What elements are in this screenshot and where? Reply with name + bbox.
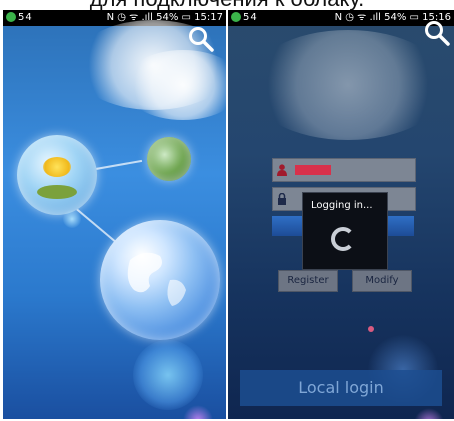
search-icon[interactable] bbox=[188, 26, 214, 52]
glow-dot bbox=[63, 210, 81, 228]
register-button[interactable]: Register bbox=[278, 270, 338, 292]
notification-icon bbox=[6, 12, 16, 22]
globe-continents bbox=[127, 252, 186, 306]
username-field[interactable] bbox=[272, 158, 416, 182]
user-icon bbox=[277, 164, 287, 176]
notification-icon bbox=[231, 12, 241, 22]
status-left-icons: 54 bbox=[6, 10, 33, 26]
cloud bbox=[123, 50, 226, 120]
glow-dot bbox=[368, 326, 374, 332]
lock-icon bbox=[278, 193, 286, 205]
local-login-button[interactable]: Local login bbox=[240, 370, 442, 406]
glow-dot bbox=[414, 408, 444, 419]
glow-dot bbox=[183, 405, 213, 419]
splash-screen: 54 N ◷ ᯤ .ıll 54% ▭ 15:17 bbox=[3, 10, 226, 419]
spinner-icon bbox=[331, 227, 355, 251]
flower bbox=[43, 157, 71, 177]
status-bar: 54 N ◷ ᯤ .ıll 54% ▭ 15:16 bbox=[228, 10, 454, 26]
plant-bubble bbox=[17, 135, 97, 215]
grass bbox=[37, 185, 77, 199]
dialog-title: Logging in... bbox=[311, 200, 373, 211]
status-bar: 54 N ◷ ᯤ .ıll 54% ▭ 15:17 bbox=[3, 10, 226, 26]
status-left-icons: 54 bbox=[231, 10, 258, 26]
modify-button[interactable]: Modify bbox=[352, 270, 412, 292]
progress-dialog: Logging in... bbox=[302, 192, 388, 270]
username-redaction bbox=[295, 165, 331, 175]
status-badge: 54 bbox=[243, 12, 258, 23]
globe-bubble bbox=[100, 220, 220, 340]
login-screen: 54 N ◷ ᯤ .ıll 54% ▭ 15:16 Register Modif… bbox=[228, 10, 454, 419]
tree-bubble bbox=[147, 137, 191, 181]
glow-orb bbox=[133, 340, 203, 410]
caption-text: для подключения к облаку. bbox=[0, 0, 454, 10]
cloud bbox=[248, 30, 448, 140]
status-badge: 54 bbox=[18, 12, 33, 23]
search-icon[interactable] bbox=[424, 20, 450, 46]
